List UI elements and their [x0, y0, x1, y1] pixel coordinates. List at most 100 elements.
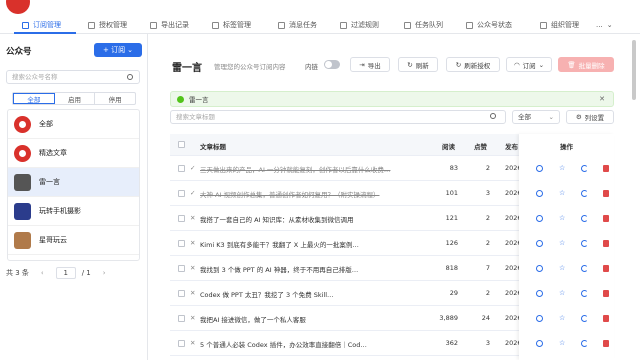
eye-icon[interactable]: [536, 340, 543, 347]
close-icon[interactable]: ✕: [599, 95, 605, 103]
refresh-icon[interactable]: [581, 165, 588, 172]
row-status-icon: ✕: [190, 314, 196, 322]
eye-icon[interactable]: [536, 315, 543, 322]
account-search-input[interactable]: 搜索公众号名称: [6, 70, 140, 84]
tab-tags[interactable]: 标签管理: [212, 19, 251, 31]
refresh-auth-button[interactable]: ↻ 刷新授权: [446, 57, 500, 72]
star-icon[interactable]: ☆: [559, 290, 566, 297]
row-checkbox[interactable]: [178, 215, 185, 222]
tab-export-records[interactable]: 导出记录: [150, 19, 189, 31]
article-title[interactable]: 大神 AI 视频创作总集，普通创作者如何复用？（附实操流程）: [200, 189, 430, 199]
publish-date: 2026-: [505, 314, 519, 322]
row-checkbox[interactable]: [178, 165, 185, 172]
select-all-checkbox[interactable]: [178, 141, 185, 148]
export-button[interactable]: ⇥ 导出: [350, 57, 390, 72]
more-tabs-button[interactable]: ... ⌄: [596, 19, 613, 31]
tab-organization[interactable]: 组织管理: [540, 19, 579, 31]
subscribe-dropdown-button[interactable]: ◠ 订阅 ⌄: [506, 57, 552, 72]
refresh-icon[interactable]: [581, 215, 588, 222]
account-item[interactable]: 全部: [8, 110, 139, 139]
eye-icon[interactable]: [536, 265, 543, 272]
row-checkbox[interactable]: [178, 340, 185, 347]
refresh-button[interactable]: ↻ 刷新: [398, 57, 438, 72]
article-title[interactable]: 我把AI 接进微信，做了一个私人客服: [200, 314, 430, 324]
prev-page-icon[interactable]: ‹: [41, 269, 44, 277]
trash-icon[interactable]: [603, 190, 609, 197]
article-title[interactable]: Kimi K3 到底有多能干？我翻了 X 上最火的一批案例…: [200, 239, 430, 249]
scrollbar[interactable]: [632, 40, 636, 100]
tab-filter-rules[interactable]: 过滤规则: [340, 19, 379, 31]
refresh-icon[interactable]: [581, 340, 588, 347]
publish-date: 2026-: [505, 164, 519, 172]
article-title[interactable]: 我找到 3 个做 PPT 的 AI 神器，终于不用再自己排版…: [200, 264, 430, 274]
account-item[interactable]: 精选文章: [8, 139, 139, 168]
eye-icon[interactable]: [536, 190, 543, 197]
filter-disabled[interactable]: 停用: [95, 93, 135, 104]
publish-date: 2026-: [505, 289, 519, 297]
eye-icon[interactable]: [536, 165, 543, 172]
tab-label: 过滤规则: [351, 21, 379, 29]
tab-task-queue[interactable]: 任务队列: [404, 19, 443, 31]
star-icon[interactable]: ☆: [559, 265, 566, 272]
row-checkbox[interactable]: [178, 240, 185, 247]
refresh-icon[interactable]: [581, 290, 588, 297]
star-icon[interactable]: ☆: [559, 315, 566, 322]
trash-icon[interactable]: [603, 240, 609, 247]
account-name: 全部: [39, 120, 53, 128]
avatar: [14, 173, 31, 191]
eye-icon[interactable]: [536, 215, 543, 222]
refresh-icon[interactable]: [581, 240, 588, 247]
next-page-icon[interactable]: ›: [103, 269, 106, 277]
like-count: 2: [485, 289, 490, 297]
refresh-icon[interactable]: [581, 190, 588, 197]
publish-date: 2026-: [505, 189, 519, 197]
star-icon[interactable]: ☆: [559, 240, 566, 247]
eye-icon[interactable]: [536, 240, 543, 247]
article-search-input[interactable]: 搜索文章标题: [170, 110, 506, 124]
row-checkbox[interactable]: [178, 290, 185, 297]
search-placeholder: 搜索公众号名称: [12, 73, 58, 81]
trash-icon[interactable]: [603, 265, 609, 272]
row-checkbox[interactable]: [178, 315, 185, 322]
trash-icon[interactable]: [603, 315, 609, 322]
batch-delete-button[interactable]: 🗑 批量删除: [558, 57, 614, 72]
star-icon[interactable]: ☆: [559, 215, 566, 222]
publish-date: 2026-: [505, 214, 519, 222]
row-checkbox[interactable]: [178, 190, 185, 197]
trash-icon[interactable]: [603, 165, 609, 172]
article-title[interactable]: Codex 做 PPT 太丑？我挖了 3 个免费 Skill…: [200, 289, 430, 299]
status-select[interactable]: 全部 ⌄: [512, 110, 560, 124]
filter-enabled[interactable]: 启用: [55, 93, 96, 104]
tab-message-tasks[interactable]: 消息任务: [278, 19, 317, 31]
tab-subscriptions[interactable]: 订阅管理: [22, 19, 61, 31]
trash-icon[interactable]: [603, 340, 609, 347]
tab-authorization[interactable]: 授权管理: [88, 19, 127, 31]
trash-icon[interactable]: [603, 290, 609, 297]
star-icon[interactable]: ☆: [559, 165, 566, 172]
row-checkbox[interactable]: [178, 265, 185, 272]
app-logo: [6, 0, 30, 14]
tab-label: 消息任务: [289, 21, 317, 29]
tab-account-status[interactable]: 公众号状态: [466, 19, 512, 31]
search-icon[interactable]: [490, 113, 496, 119]
avatar: [14, 202, 31, 220]
inner-link-toggle[interactable]: [324, 60, 340, 69]
page-input[interactable]: 1: [55, 267, 76, 279]
article-title[interactable]: 我搭了一套自己的 AI 知识库：从素材收集到微信调用: [200, 214, 430, 224]
article-title[interactable]: 三天做出来的产品，AI 一分钟就能复刻，创作者以后靠什么收费…: [200, 164, 430, 174]
article-title[interactable]: 5 个普通人必装 Codex 插件，办公效率直接翻倍｜Cod…: [200, 339, 430, 349]
trash-icon[interactable]: [603, 215, 609, 222]
account-item[interactable]: 玩转手机摄影: [8, 197, 139, 226]
eye-icon[interactable]: [536, 290, 543, 297]
account-item[interactable]: 星哥玩云: [8, 226, 139, 255]
refresh-icon[interactable]: [581, 315, 588, 322]
star-icon[interactable]: ☆: [559, 190, 566, 197]
search-icon[interactable]: [127, 74, 133, 80]
tab-label: 订阅管理: [33, 21, 61, 29]
account-item-selected[interactable]: 雷一言: [8, 168, 139, 197]
subscribe-button[interactable]: + 订阅 ⌄: [94, 43, 142, 57]
refresh-icon[interactable]: [581, 265, 588, 272]
star-icon[interactable]: ☆: [559, 340, 566, 347]
filter-all[interactable]: 全部: [13, 93, 55, 104]
column-settings-button[interactable]: ⚙ 列设置: [566, 110, 614, 124]
